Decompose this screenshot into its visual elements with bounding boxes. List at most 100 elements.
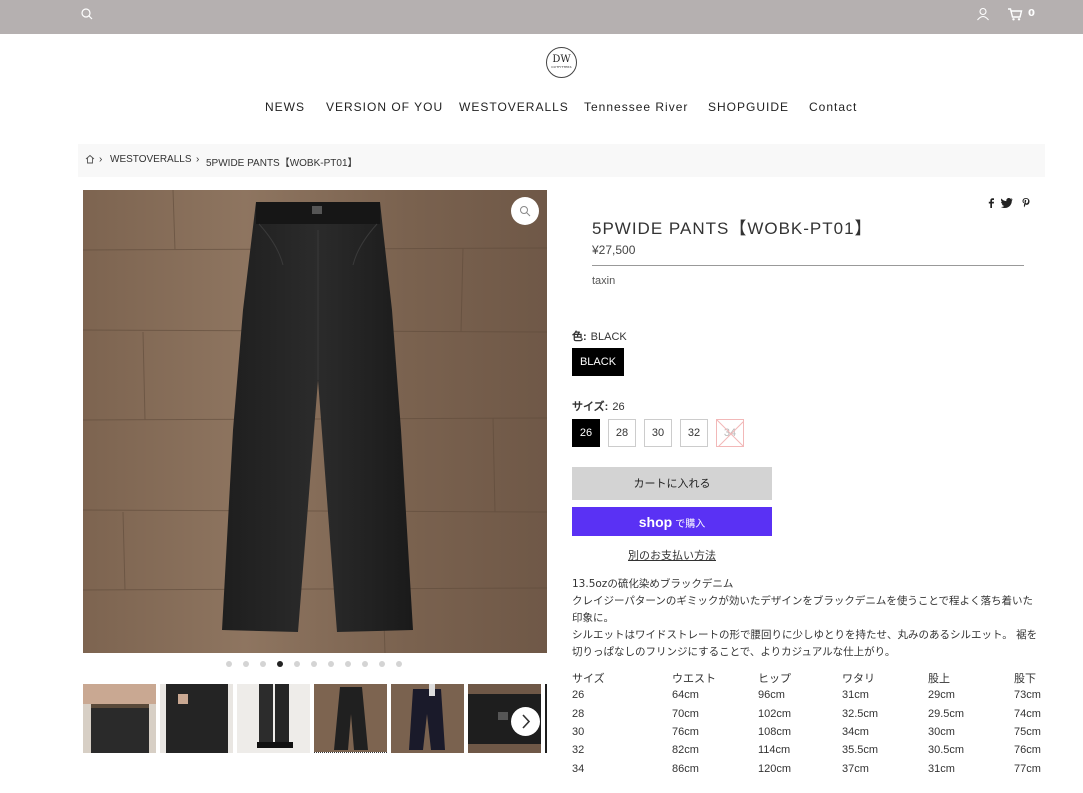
table-cell: 37cm [842, 763, 869, 775]
gallery-dot-active[interactable] [277, 661, 283, 667]
cart-count[interactable]: 0 [1028, 8, 1035, 19]
product-title: 5PWIDE PANTS【WOBK-PT01】 [592, 219, 873, 238]
table-cell: 30cm [928, 726, 955, 738]
description-line: シルエットはワイドストレートの形で腰回りに少しゆとりを持たせ、丸みのあるシルエッ… [572, 629, 1038, 641]
add-to-cart-button[interactable]: カートに入れる [572, 467, 772, 500]
chevron-right-icon [522, 714, 531, 729]
description-line: クレイジーパターンのギミックが効いたデザインをブラックデニムを使うことで程よく落… [572, 595, 1034, 607]
gallery-dot[interactable] [311, 661, 317, 667]
table-cell: 73cm [1014, 689, 1041, 701]
breadcrumb-item-product: 5PWIDE PANTS【WOBK-PT01】 [206, 158, 358, 169]
user-icon[interactable] [976, 7, 990, 21]
size-swatch-30[interactable]: 30 [644, 419, 672, 447]
size-swatch-32[interactable]: 32 [680, 419, 708, 447]
table-cell: 28 [572, 708, 585, 720]
table-cell: 29.5cm [928, 708, 965, 720]
table-header-cell: ウエスト [672, 673, 716, 685]
product-main-image[interactable] [83, 190, 547, 653]
table-cell: 120cm [758, 763, 792, 775]
nav-item-tennessee-river[interactable]: Tennessee River [584, 100, 688, 114]
size-swatch-26[interactable]: 26 [572, 419, 600, 447]
table-row: 26 64cm 96cm 31cm 29cm 73cm [572, 689, 1047, 707]
table-row: 28 70cm 102cm 32.5cm 29.5cm 74cm [572, 708, 1047, 726]
size-table-header: サイズ ウエスト ヒップ ワタリ 股上 股下 [572, 670, 1047, 688]
gallery-dot[interactable] [226, 661, 232, 667]
size-option-label: サイズ: 26 [572, 398, 625, 414]
gallery-dot[interactable] [345, 661, 351, 667]
shop-pay-button[interactable]: shop で購入 [572, 507, 772, 536]
table-header-cell: ワタリ [842, 673, 875, 685]
thumbnail-strip [83, 684, 547, 754]
breadcrumb: › WESTOVERALLS › 5PWIDE PANTS【WOBK-PT01】 [78, 144, 1045, 177]
zoom-button[interactable] [511, 197, 539, 225]
table-header-cell: ヒップ [758, 673, 791, 685]
table-cell: 29cm [928, 689, 955, 701]
table-cell: 26 [572, 689, 585, 701]
store-logo[interactable]: DW OUTFITTERS [546, 47, 577, 78]
nav-item-version-of-you[interactable]: VERSION OF YOU [326, 100, 443, 114]
logo-subtext: OUTFITTERS [551, 65, 572, 69]
table-cell: 102cm [758, 708, 792, 720]
other-payment-link[interactable]: 別のお支払い方法 [572, 547, 772, 563]
table-cell: 34cm [842, 726, 869, 738]
gallery-dot[interactable] [396, 661, 402, 667]
gallery-dot[interactable] [294, 661, 300, 667]
size-swatch-28[interactable]: 28 [608, 419, 636, 447]
search-icon[interactable] [80, 7, 94, 21]
thumbnail-active[interactable] [314, 684, 387, 753]
color-swatch-black[interactable]: BLACK [572, 348, 624, 376]
table-cell: 108cm [758, 726, 792, 738]
zoom-icon [520, 206, 531, 217]
home-icon[interactable] [85, 154, 95, 164]
table-cell: 75cm [1014, 726, 1041, 738]
table-cell: 31cm [842, 689, 869, 701]
nav-item-westoveralls[interactable]: WESTOVERALLS [459, 100, 569, 114]
table-cell: 76cm [1014, 744, 1041, 756]
breadcrumb-item-collection[interactable]: WESTOVERALLS [110, 154, 192, 165]
gallery-dot[interactable] [328, 661, 334, 667]
size-swatch-34-soldout[interactable]: 34 [716, 419, 744, 447]
thumbnail[interactable] [83, 684, 156, 753]
thumbnail[interactable] [237, 684, 310, 753]
gallery-dot[interactable] [243, 661, 249, 667]
divider [592, 265, 1024, 266]
table-row: 30 76cm 108cm 34cm 30cm 75cm [572, 726, 1047, 744]
gallery-dot[interactable] [379, 661, 385, 667]
thumbnail[interactable] [160, 684, 233, 753]
table-row: 32 82cm 114cm 35.5cm 30.5cm 76cm [572, 744, 1047, 762]
table-cell: 30.5cm [928, 744, 965, 756]
table-cell: 70cm [672, 708, 699, 720]
thumbnail[interactable] [391, 684, 464, 753]
table-cell: 76cm [672, 726, 699, 738]
table-cell: 77cm [1014, 763, 1041, 775]
twitter-icon[interactable] [1001, 198, 1013, 208]
nav-item-contact[interactable]: Contact [809, 100, 857, 114]
table-cell: 32 [572, 744, 585, 756]
description-line: 切りっぱなしのフリンジにすることで、よりカジュアルな仕上がり。 [572, 646, 896, 658]
gallery-dot[interactable] [362, 661, 368, 667]
table-header-cell: 股下 [1014, 673, 1036, 685]
table-cell: 30 [572, 726, 585, 738]
table-cell: 31cm [928, 763, 955, 775]
gallery-dot[interactable] [260, 661, 266, 667]
breadcrumb-separator: › [99, 154, 103, 165]
table-cell: 114cm [758, 744, 791, 756]
shop-pay-suffix: で購入 [675, 519, 706, 530]
main-nav: NEWS VERSION OF YOU WESTOVERALLS Tenness… [0, 100, 1083, 116]
thumbnail[interactable] [545, 684, 547, 753]
description-line: 印象に。 [572, 612, 614, 624]
color-selected-value: BLACK [590, 331, 627, 343]
nav-item-news[interactable]: NEWS [265, 100, 305, 114]
product-price: ¥27,500 [592, 243, 636, 257]
cart-icon[interactable] [1007, 7, 1023, 21]
size-selected-value: 26 [612, 401, 625, 413]
pinterest-icon[interactable] [1022, 198, 1030, 208]
gallery-next-button[interactable] [511, 707, 540, 736]
top-bar: 0 [0, 0, 1083, 34]
logo-text: DW [552, 54, 571, 65]
facebook-icon[interactable] [987, 198, 995, 208]
shop-pay-brand: shop [638, 514, 673, 530]
table-cell: 32.5cm [842, 708, 879, 720]
nav-item-shopguide[interactable]: SHOPGUIDE [708, 100, 789, 114]
color-label: 色: [572, 331, 587, 343]
